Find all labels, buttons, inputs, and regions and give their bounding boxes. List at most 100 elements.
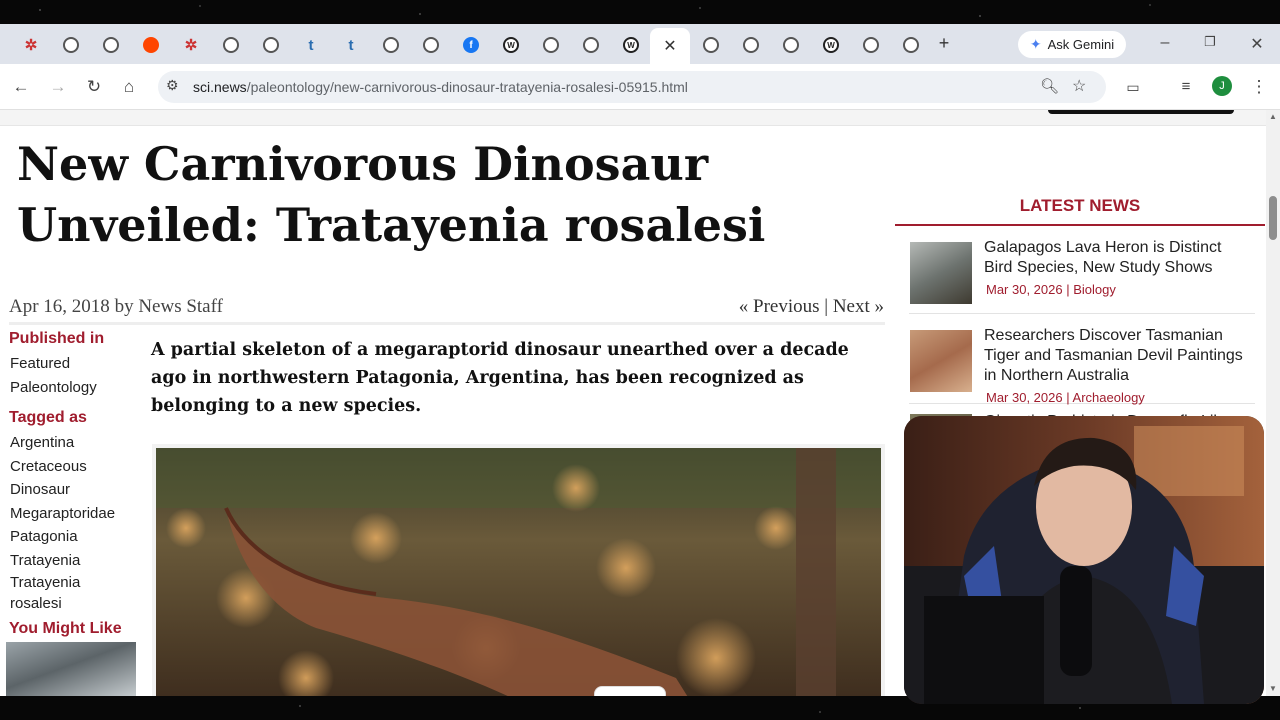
browser-tab[interactable] xyxy=(538,32,564,58)
tag-link[interactable]: Dinosaur xyxy=(10,478,140,502)
minimize-icon[interactable]: – xyxy=(1155,34,1175,52)
article-date: Apr 16, 2018 xyxy=(9,296,110,317)
dinosaur-illustration xyxy=(152,444,885,696)
tag-link[interactable]: Cretaceous xyxy=(10,455,140,479)
browser-tab[interactable] xyxy=(98,32,124,58)
article-lede: A partial skeleton of a megaraptorid din… xyxy=(151,340,849,416)
browser-tab[interactable] xyxy=(418,32,444,58)
ask-gemini-button[interactable]: ✦ Ask Gemini xyxy=(1018,31,1126,58)
url-path: /paleontology/new-carnivorous-dinosaur-t… xyxy=(246,79,688,95)
reload-icon[interactable]: ↻ xyxy=(83,76,105,98)
globe-icon xyxy=(383,37,399,53)
browser-tab[interactable] xyxy=(58,32,84,58)
tag-link[interactable]: Tratayenia xyxy=(10,549,140,573)
scroll-up-icon[interactable]: ▲ xyxy=(1269,112,1277,121)
header-bar xyxy=(1048,110,1234,114)
profile-avatar[interactable]: J xyxy=(1212,76,1232,96)
bookmark-star-icon[interactable]: ☆ xyxy=(1072,76,1086,96)
zoom-icon[interactable]: 🔍︎ xyxy=(1040,77,1059,95)
browser-tab[interactable] xyxy=(898,32,924,58)
browser-tab[interactable] xyxy=(778,32,804,58)
address-toolbar: ← → ↻ ⌂ ⚙ sci.news/paleontology/new-carn… xyxy=(0,64,1280,110)
url-host: sci.news xyxy=(193,79,247,95)
address-bar[interactable]: ⚙ sci.news/paleontology/new-carnivorous-… xyxy=(158,71,1106,103)
globe-icon xyxy=(903,37,919,53)
browser-tab[interactable] xyxy=(698,32,724,58)
globe-icon xyxy=(223,37,239,53)
published-link[interactable]: Featured xyxy=(10,352,140,376)
window-close-icon[interactable]: ✕ xyxy=(1247,34,1267,54)
webcam-overlay xyxy=(904,416,1264,704)
tag-link[interactable]: Patagonia xyxy=(10,525,140,549)
article-author[interactable]: News Staff xyxy=(138,296,223,317)
tagged-heading: Tagged as xyxy=(9,409,87,426)
tumblr-icon: t xyxy=(308,36,314,54)
news-thumbnail[interactable] xyxy=(910,330,972,392)
asterisk-icon: ✲ xyxy=(184,37,198,54)
browser-tab[interactable]: ✕ xyxy=(650,28,690,64)
scrollbar-thumb[interactable] xyxy=(1269,196,1277,240)
news-meta-separator: | xyxy=(1066,282,1070,297)
globe-icon xyxy=(423,37,439,53)
url-text[interactable]: sci.news/paleontology/new-carnivorous-di… xyxy=(193,79,688,95)
browser-tab[interactable] xyxy=(858,32,884,58)
browser-tab[interactable] xyxy=(578,32,604,58)
latest-news-heading: LATEST NEWS xyxy=(895,196,1265,226)
menu-kebab-icon[interactable]: ⋮ xyxy=(1248,76,1270,98)
might-like-thumbnail[interactable] xyxy=(6,642,136,696)
news-meta: Mar 30, 2026 | Archaeology xyxy=(986,390,1145,405)
browser-tab[interactable]: W xyxy=(498,32,524,58)
browser-tab[interactable]: f xyxy=(458,32,484,58)
browser-tab[interactable] xyxy=(258,32,284,58)
scroll-to-top-button[interactable]: ︿ xyxy=(594,686,666,696)
news-date: Mar 30, 2026 xyxy=(986,282,1063,297)
new-tab-button[interactable]: + xyxy=(934,33,954,57)
published-link[interactable]: Paleontology xyxy=(10,376,140,400)
globe-icon xyxy=(743,37,759,53)
forward-arrow-icon[interactable]: → xyxy=(47,76,69,98)
previous-link[interactable]: « Previous xyxy=(739,296,820,317)
asterisk-icon: ✲ xyxy=(24,37,38,54)
next-link[interactable]: Next » xyxy=(833,296,884,317)
browser-tab[interactable]: ✲ xyxy=(178,32,204,58)
browser-tab[interactable] xyxy=(738,32,764,58)
news-date: Mar 30, 2026 xyxy=(986,390,1063,405)
home-icon[interactable]: ⌂ xyxy=(118,76,140,98)
tag-link[interactable]: Megaraptoridae xyxy=(10,502,140,526)
page-scrollbar[interactable]: ▲ ▼ xyxy=(1266,110,1280,696)
browser-tab[interactable]: t xyxy=(298,32,324,58)
news-title[interactable]: Researchers Discover Tasmanian Tiger and… xyxy=(984,326,1254,386)
tag-link[interactable]: Argentina xyxy=(10,431,140,455)
site-info-icon[interactable]: ⚙ xyxy=(166,77,179,94)
wiki-icon: W xyxy=(823,37,839,53)
browser-tab[interactable]: W xyxy=(618,32,644,58)
news-thumbnail[interactable] xyxy=(910,242,972,304)
news-title[interactable]: Galapagos Lava Heron is Distinct Bird Sp… xyxy=(984,238,1254,278)
restore-icon[interactable]: ❐ xyxy=(1200,34,1220,50)
media-control-icon[interactable]: ≡ xyxy=(1175,76,1197,98)
nav-separator: | xyxy=(824,296,829,317)
news-category[interactable]: Biology xyxy=(1073,282,1116,297)
browser-tab[interactable]: W xyxy=(818,32,844,58)
divider xyxy=(9,322,885,325)
article-nav: « Previous | Next » xyxy=(739,296,884,318)
close-icon[interactable]: ✕ xyxy=(663,36,676,56)
scroll-down-icon[interactable]: ▼ xyxy=(1269,684,1277,693)
news-item[interactable]: Galapagos Lava Heron is Distinct Bird Sp… xyxy=(909,226,1255,314)
news-item[interactable]: Researchers Discover Tasmanian Tiger and… xyxy=(909,314,1255,405)
wiki-icon: W xyxy=(503,37,519,53)
tag-link[interactable]: Tratayenia rosalesi xyxy=(10,572,100,614)
browser-tab[interactable] xyxy=(218,32,244,58)
back-arrow-icon[interactable]: ← xyxy=(10,76,32,98)
globe-icon xyxy=(703,37,719,53)
tumblr-icon: t xyxy=(348,36,354,54)
browser-tab[interactable]: t xyxy=(338,32,364,58)
header-strip xyxy=(0,110,1266,126)
news-category[interactable]: Archaeology xyxy=(1073,390,1145,405)
published-heading: Published in xyxy=(9,330,105,347)
gemini-icon: ✦ xyxy=(1029,36,1042,52)
browser-tab[interactable]: ✲ xyxy=(18,32,44,58)
browser-tab[interactable] xyxy=(138,32,164,58)
browser-tab[interactable] xyxy=(378,32,404,58)
tab-search-icon[interactable]: ▭ xyxy=(1122,76,1144,98)
